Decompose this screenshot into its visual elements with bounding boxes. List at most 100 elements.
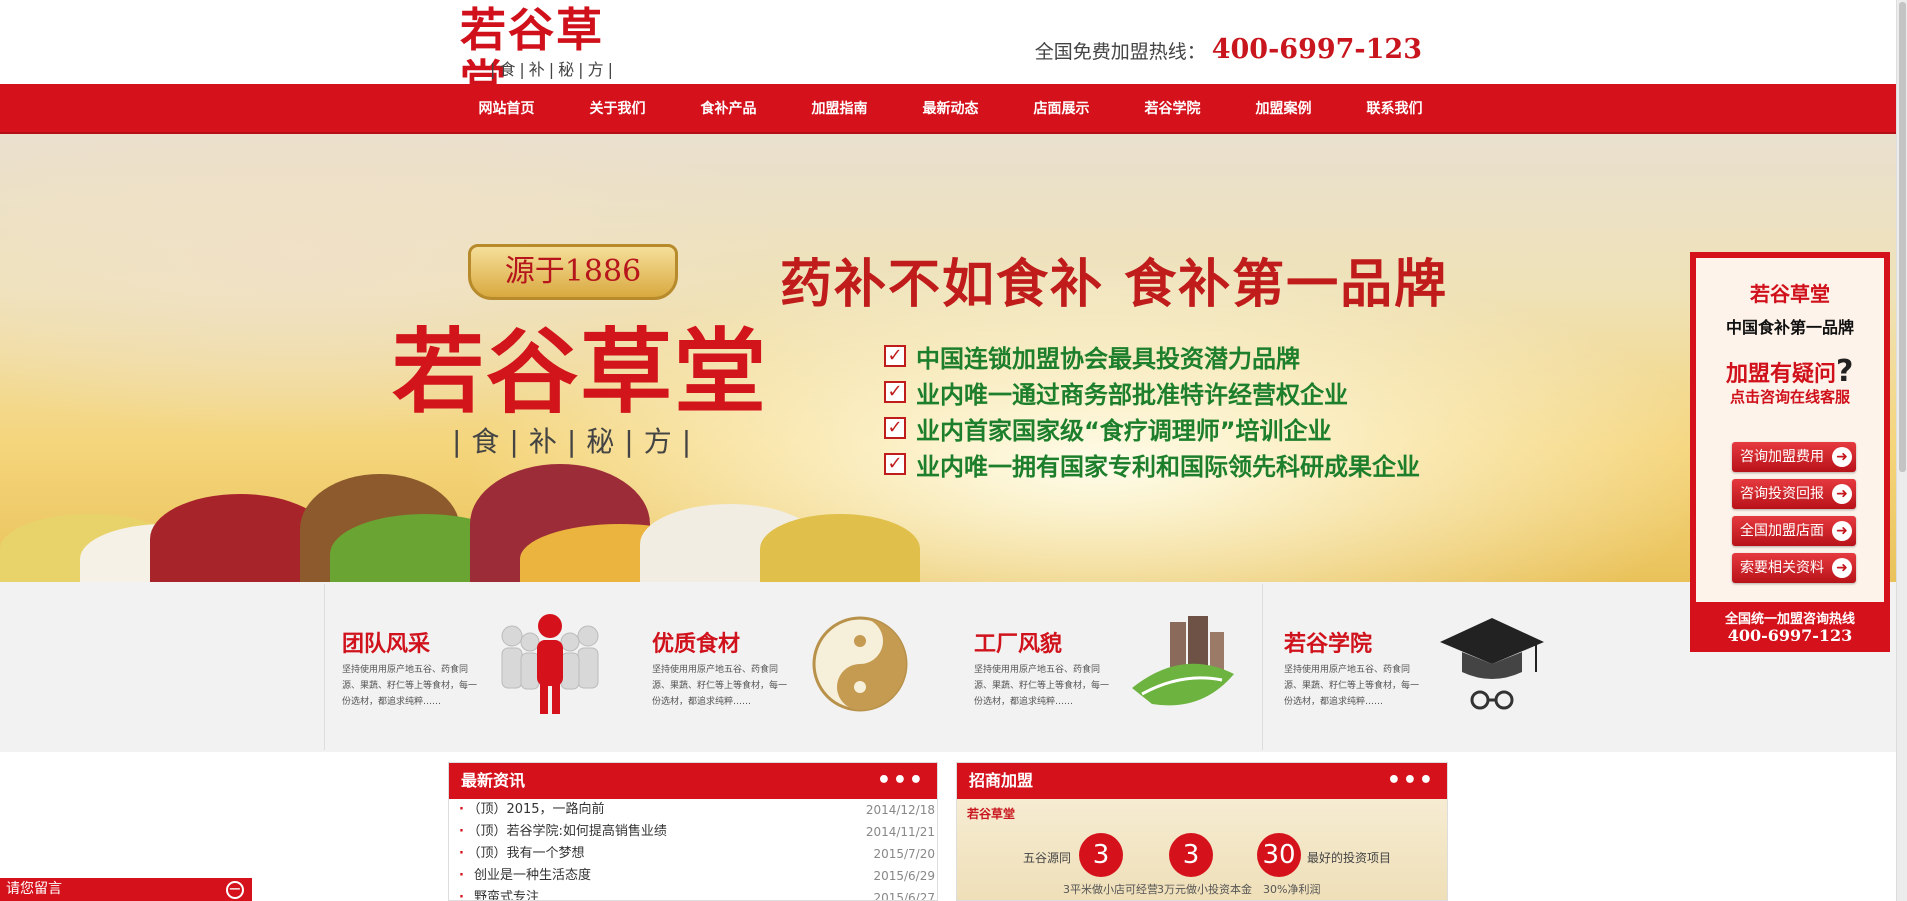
feature-ingredients[interactable]: 优质食材 坚持使用用原产地五谷、药食同源、果蔬、籽仁等上等食材，每一份选材，都追… [640, 584, 950, 750]
banner-checklist: ✓ 中国连锁加盟协会最具投资潜力品牌 ✓ 业内唯一通过商务部批准特许经营权企业 … [884, 338, 1420, 482]
news-item-date: 2015/7/20 [873, 847, 935, 861]
team-figures-icon [501, 614, 599, 714]
minimize-icon[interactable]: − [226, 881, 244, 899]
request-materials-button[interactable]: 索要相关资料 ➜ [1732, 553, 1856, 583]
news-title: 最新资讯 [461, 771, 526, 790]
since-ribbon: 源于1886 [468, 244, 678, 300]
feature-title: 优质食材 [652, 632, 741, 657]
check-row: ✓ 中国连锁加盟协会最具投资潜力品牌 [884, 338, 1420, 374]
stat-value: 3 [1169, 833, 1213, 877]
hotline-number: 400-6997-123 [1211, 34, 1422, 65]
list-item[interactable]: （顶）我有一个梦想 2015/7/20 [449, 843, 937, 865]
news-item-title[interactable]: 创业是一种生活态度 [459, 865, 591, 887]
logo-subtitle: |食|补|秘|方| [490, 60, 617, 79]
nav-item-home[interactable]: 网站首页 [451, 84, 562, 134]
check-text: 中国连锁加盟协会最具投资潜力品牌 [916, 344, 1300, 373]
stat-caption: 30%净利润 [1263, 883, 1321, 896]
news-item-date: 2015/6/29 [873, 869, 935, 883]
stat-value: 30 [1257, 833, 1301, 877]
news-item-date: 2015/6/27 [873, 891, 935, 901]
consult-sidebar: 若谷草堂 中国食补第一品牌 加盟有疑问? 点击咨询在线客服 咨询加盟费用 ➜ 咨… [1690, 252, 1890, 652]
feature-desc: 坚持使用用原产地五谷、药食同源、果蔬、籽仁等上等食材，每一份选材，都追求纯粹…… [652, 665, 788, 707]
message-label: 请您留言 [6, 881, 62, 897]
feature-desc: 坚持使用用原产地五谷、药食同源、果蔬、籽仁等上等食材，每一份选材，都追求纯粹…… [974, 665, 1110, 707]
feature-title: 工厂风貌 [974, 632, 1063, 657]
list-item[interactable]: 创业是一种生活态度 2015/6/29 [449, 865, 937, 887]
join-banner[interactable]: 若谷草堂 五谷源同 3 3平米做小店可经营 3 3万元做小投资本金 最好的投资项… [957, 799, 1447, 900]
scrollbar-thumb[interactable] [1899, 2, 1906, 472]
news-header: 最新资讯 ••• [449, 763, 937, 799]
arrow-right-icon: ➜ [1832, 558, 1852, 578]
check-row: ✓ 业内唯一拥有国家专利和国际领先科研成果企业 [884, 446, 1420, 482]
list-item[interactable]: （顶）2015，一路向前 2014/12/18 [449, 799, 937, 821]
list-item[interactable]: 野蛮式专注 2015/6/27 [449, 887, 937, 901]
sidebar-question-sub[interactable]: 点击咨询在线客服 [1696, 386, 1884, 407]
question-text: 加盟有疑问 [1726, 362, 1837, 387]
main-nav: 网站首页 关于我们 食补产品 加盟指南 最新动态 店面展示 若谷学院 加盟案例 … [0, 84, 1907, 134]
news-item-title[interactable]: （顶）2015，一路向前 [459, 799, 605, 821]
check-text: 业内唯一拥有国家专利和国际领先科研成果企业 [916, 452, 1420, 481]
feature-desc: 坚持使用用原产地五谷、药食同源、果蔬、籽仁等上等食材，每一份选材，都追求纯粹…… [342, 665, 478, 707]
hotline-label: 全国免费加盟热线： [1034, 41, 1206, 63]
hotline: 全国免费加盟热线： 400-6997-123 [1035, 34, 1422, 66]
more-dots-icon[interactable]: ••• [1387, 763, 1435, 799]
nav-item-about[interactable]: 关于我们 [562, 84, 673, 134]
join-header: 招商加盟 ••• [957, 763, 1447, 799]
news-item-title[interactable]: （顶）若谷学院:如何提高销售业绩 [459, 821, 667, 843]
button-label: 咨询加盟费用 [1740, 449, 1824, 465]
news-item-date: 2014/11/21 [865, 825, 935, 839]
checkmark-icon: ✓ [884, 345, 906, 367]
nav-item-cases[interactable]: 加盟案例 [1228, 84, 1339, 134]
site-logo[interactable]: 若谷草堂 |食|补|秘|方| [460, 4, 640, 108]
sidebar-hotline-label: 全国统一加盟咨询热线 [1724, 612, 1855, 627]
list-item[interactable]: （顶）若谷学院:如何提高销售业绩 2014/11/21 [449, 821, 937, 843]
taiji-grain-icon [812, 616, 908, 712]
stat-caption: 3平米做小店可经营 [1063, 883, 1158, 896]
news-item-title[interactable]: 野蛮式专注 [459, 887, 539, 900]
nav-item-news[interactable]: 最新动态 [895, 84, 1006, 134]
nav-item-join-guide[interactable]: 加盟指南 [784, 84, 895, 134]
sidebar-hotline-number: 400-6997-123 [1727, 626, 1853, 645]
leave-message-bar[interactable]: 请您留言 − [0, 878, 252, 901]
nav-item-academy[interactable]: 若谷学院 [1117, 84, 1228, 134]
check-row: ✓ 业内唯一通过商务部批准特许经营权企业 [884, 374, 1420, 410]
check-text: 业内唯一通过商务部批准特许经营权企业 [916, 380, 1348, 409]
nav-item-stores[interactable]: 店面展示 [1006, 84, 1117, 134]
checkmark-icon: ✓ [884, 417, 906, 439]
news-panel: 最新资讯 ••• （顶）2015，一路向前 2014/12/18 （顶）若谷学院… [448, 762, 938, 901]
news-item-title[interactable]: （顶）我有一个梦想 [459, 843, 585, 865]
button-label: 全国加盟店面 [1740, 523, 1824, 539]
consult-return-button[interactable]: 咨询投资回报 ➜ [1732, 479, 1856, 509]
more-dots-icon[interactable]: ••• [877, 763, 925, 799]
feature-team[interactable]: 团队风采 坚持使用用原产地五谷、药食同源、果蔬、籽仁等上等食材，每一份选材，都追… [330, 584, 640, 750]
factory-leaf-icon [1132, 616, 1234, 706]
grain-bowls-illustration [0, 464, 960, 582]
button-label: 索要相关资料 [1740, 560, 1824, 576]
check-row: ✓ 业内首家国家级“食疗调理师”培训企业 [884, 410, 1420, 446]
stat-label: 最好的投资项目 [1307, 851, 1392, 865]
banner-brand: 若谷草堂 [392, 318, 769, 426]
news-item-date: 2014/12/18 [865, 803, 935, 817]
checkmark-icon: ✓ [884, 381, 906, 403]
nav-item-products[interactable]: 食补产品 [673, 84, 784, 134]
join-panel: 招商加盟 ••• 若谷草堂 五谷源同 3 3平米做小店可经营 3 3万元做小投资… [956, 762, 1448, 901]
question-mark: ? [1836, 354, 1854, 389]
sidebar-tagline: 中国食补第一品牌 [1725, 318, 1854, 337]
button-label: 咨询投资回报 [1740, 486, 1824, 502]
consult-fee-button[interactable]: 咨询加盟费用 ➜ [1732, 442, 1856, 472]
feature-factory[interactable]: 工厂风貌 坚持使用用原产地五谷、药食同源、果蔬、籽仁等上等食材，每一份选材，都追… [962, 584, 1272, 750]
nav-item-contact[interactable]: 联系我们 [1339, 84, 1450, 134]
join-title: 招商加盟 [969, 771, 1034, 790]
arrow-right-icon: ➜ [1832, 447, 1852, 467]
sidebar-logo: 若谷草堂 [1750, 282, 1830, 306]
stat-label: 五谷源同 [1023, 851, 1072, 865]
banner-brand-subtitle: |食|补|秘|方| [452, 425, 702, 458]
hero-banner[interactable]: 源于1886 若谷草堂 |食|补|秘|方| 药补不如食补 食补第一品牌 ✓ 中国… [0, 134, 1896, 582]
page-scrollbar[interactable] [1896, 0, 1907, 901]
arrow-right-icon: ➜ [1832, 521, 1852, 541]
check-text: 业内首家国家级“食疗调理师”培训企业 [916, 416, 1332, 445]
feature-desc: 坚持使用用原产地五谷、药食同源、果蔬、籽仁等上等食材，每一份选材，都追求纯粹…… [1284, 665, 1420, 707]
feature-academy[interactable]: 若谷学院 坚持使用用原产地五谷、药食同源、果蔬、籽仁等上等食材，每一份选材，都追… [1272, 584, 1582, 750]
sidebar-question: 加盟有疑问? [1726, 354, 1853, 389]
stores-button[interactable]: 全国加盟店面 ➜ [1732, 516, 1856, 546]
